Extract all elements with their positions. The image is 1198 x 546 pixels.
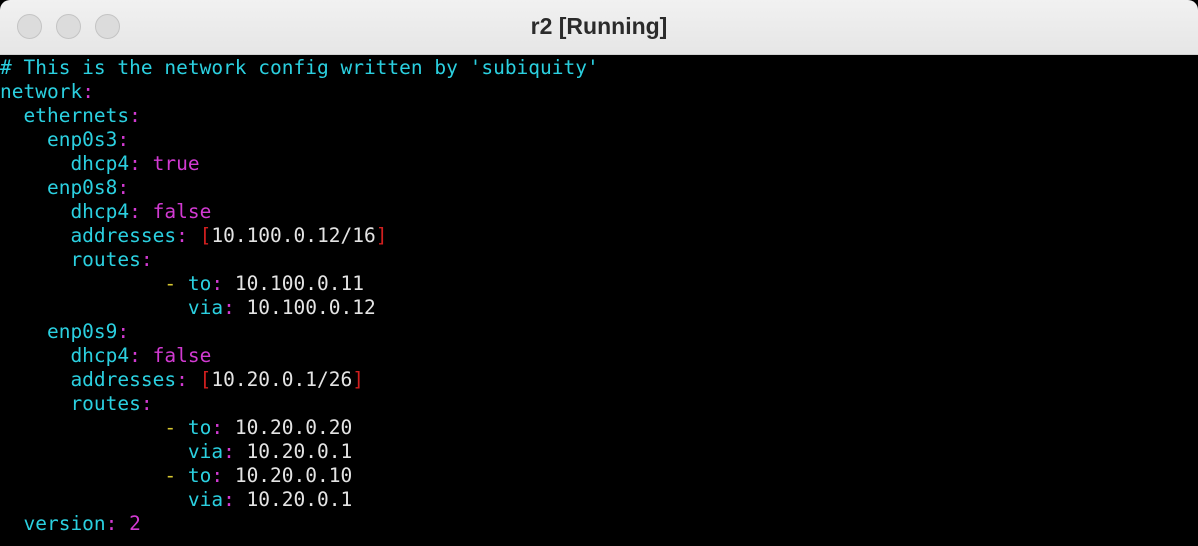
terminal-text-segment: to	[187, 416, 212, 439]
terminal-text-segment: 10.100.0.11	[234, 272, 364, 295]
terminal-text-segment: -	[164, 464, 188, 487]
terminal-line: routes:	[0, 392, 1198, 416]
terminal-text-segment: ]	[375, 224, 388, 247]
terminal-text-segment: [	[199, 224, 212, 247]
terminal-text-segment: :	[129, 104, 141, 127]
terminal-text-segment: network	[0, 80, 83, 103]
terminal-text-segment: via	[0, 488, 224, 511]
window-title: r2 [Running]	[530, 13, 668, 39]
terminal-text-segment: :	[223, 296, 247, 319]
terminal-text-segment: :	[140, 392, 153, 415]
terminal-line: - to: 10.20.0.10	[0, 464, 1198, 488]
terminal-text-segment: 10.20.0.20	[234, 416, 353, 439]
terminal-line: dhcp4: false	[0, 200, 1198, 224]
terminal-text-segment: :	[176, 368, 200, 391]
terminal-line: enp0s9:	[0, 320, 1198, 344]
terminal-text-segment: via	[0, 440, 224, 463]
terminal-text-segment: :	[223, 440, 247, 463]
terminal-text-segment: ]	[352, 368, 364, 391]
terminal-line: dhcp4: true	[0, 152, 1198, 176]
terminal-text-segment: false	[152, 200, 212, 223]
terminal-text-segment: ~	[0, 536, 12, 546]
terminal-text-segment: 10.100.0.12	[246, 296, 376, 319]
terminal-text-segment: :	[223, 488, 247, 511]
terminal-text-segment: enp0s8	[0, 176, 118, 199]
terminal-text-segment: :	[129, 200, 153, 223]
terminal-text-segment: :	[129, 344, 153, 367]
terminal-text-segment: enp0s3	[0, 128, 118, 151]
terminal-text-segment: 10.20.0.1	[246, 440, 353, 463]
terminal-text-segment: dhcp4	[0, 200, 130, 223]
terminal-text-segment: enp0s9	[0, 320, 118, 343]
terminal-text-segment: version	[0, 512, 106, 535]
terminal-text-segment: dhcp4	[0, 344, 130, 367]
terminal-text-segment: via	[0, 296, 224, 319]
terminal-text-segment: :	[129, 152, 153, 175]
terminal-text-segment: # This is the network config written by …	[0, 56, 599, 79]
terminal-line: ethernets:	[0, 104, 1198, 128]
terminal-text-segment: :	[140, 248, 153, 271]
terminal-line: enp0s3:	[0, 128, 1198, 152]
terminal-text-segment: routes	[0, 392, 141, 415]
terminal-text-segment: :	[211, 464, 235, 487]
terminal-text-segment: :	[117, 320, 130, 343]
terminal-text-segment: :	[82, 80, 94, 103]
terminal-text-segment: addresses	[0, 224, 177, 247]
terminal-line: network:	[0, 80, 1198, 104]
terminal-text-segment: false	[152, 344, 212, 367]
terminal-line: ~	[0, 536, 1198, 546]
terminal-text-segment: addresses	[0, 368, 177, 391]
terminal-line: dhcp4: false	[0, 344, 1198, 368]
terminal-text-segment: to	[187, 464, 212, 487]
terminal-line: addresses: [10.100.0.12/16]	[0, 224, 1198, 248]
terminal-text-segment: 10.20.0.1	[246, 488, 353, 511]
terminal-text-segment: :	[176, 224, 200, 247]
terminal-line: enp0s8:	[0, 176, 1198, 200]
terminal-line: - to: 10.100.0.11	[0, 272, 1198, 296]
terminal-line: # This is the network config written by …	[0, 56, 1198, 80]
terminal-text-segment: -	[164, 416, 188, 439]
terminal-text-segment: to	[187, 272, 212, 295]
terminal-text-segment: 2	[129, 512, 141, 535]
terminal-text-segment: :	[117, 176, 130, 199]
terminal-line: via: 10.20.0.1	[0, 488, 1198, 512]
terminal-text-segment: :	[211, 416, 235, 439]
terminal-text-segment: [	[199, 368, 212, 391]
terminal-line: addresses: [10.20.0.1/26]	[0, 368, 1198, 392]
terminal-line: - to: 10.20.0.20	[0, 416, 1198, 440]
terminal-text-segment: 10.20.0.1/26	[211, 368, 353, 391]
terminal-line: via: 10.20.0.1	[0, 440, 1198, 464]
terminal-text-segment: dhcp4	[0, 152, 130, 175]
terminal-text-segment: -	[164, 272, 188, 295]
terminal-line: version: 2	[0, 512, 1198, 536]
title-bar: r2 [Running]	[0, 0, 1198, 55]
terminal-text-segment: 10.20.0.10	[234, 464, 353, 487]
vm-window: r2 [Running] # This is the network confi…	[0, 0, 1198, 546]
terminal-text-segment: :	[117, 128, 130, 151]
terminal-text-segment: :	[211, 272, 235, 295]
terminal-text-segment: 10.100.0.12/16	[211, 224, 376, 247]
terminal-line: via: 10.100.0.12	[0, 296, 1198, 320]
terminal-screen[interactable]: # This is the network config written by …	[0, 56, 1198, 546]
terminal-text-segment: ethernets	[0, 104, 130, 127]
terminal-text-segment: true	[152, 152, 200, 175]
terminal-text-segment: :	[105, 512, 130, 535]
terminal-line: routes:	[0, 248, 1198, 272]
terminal-text-segment: routes	[0, 248, 141, 271]
